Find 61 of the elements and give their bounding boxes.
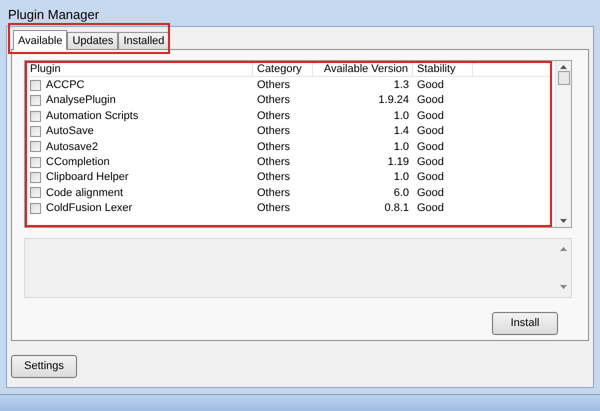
- checkbox[interactable]: [30, 80, 41, 91]
- window-title: Plugin Manager: [7, 6, 100, 24]
- table-cell: Automation Scripts: [46, 110, 138, 122]
- table-cell-text: Good: [416, 140, 444, 155]
- checkbox[interactable]: [30, 172, 41, 184]
- table-cell-text: Others: [256, 155, 290, 170]
- table-cell-text: 1.0: [394, 108, 410, 124]
- checkbox[interactable]: [30, 156, 41, 168]
- table-cell-text: Good: [416, 170, 444, 186]
- table-cell-text: 1.19: [388, 155, 410, 170]
- tab[interactable]: Installed: [118, 32, 170, 49]
- table-cell: ColdFusion Lexer: [46, 202, 132, 214]
- table-cell-text: Good: [416, 93, 444, 108]
- install-button[interactable]: Install: [492, 312, 558, 334]
- table-cell-text: Others: [256, 140, 290, 155]
- table-cell-text: 6.0: [394, 186, 410, 201]
- table-cell-text: Others: [256, 108, 290, 124]
- table-cell-text: Others: [256, 78, 290, 94]
- checkbox[interactable]: [30, 202, 41, 214]
- scroll-up-icon[interactable]: [560, 65, 567, 69]
- table-cell-text: Others: [256, 93, 290, 108]
- column-header[interactable]: Plugin: [26, 62, 253, 77]
- table-cell-text: Good: [416, 155, 444, 170]
- table-cell: Clipboard Helper: [46, 171, 129, 184]
- table-cell: ACCPC: [46, 79, 85, 91]
- table-cell-text: 1.9.24: [378, 93, 410, 108]
- table-cell-text: Good: [416, 201, 444, 216]
- scroll-up-icon[interactable]: [560, 247, 566, 251]
- column-header[interactable]: Stability: [413, 62, 473, 77]
- table-cell-text: Others: [256, 124, 290, 140]
- column-header[interactable]: Available Version: [313, 62, 413, 77]
- scroll-down-icon[interactable]: [560, 219, 567, 223]
- table-cell: AnalysePlugin: [46, 94, 116, 106]
- table-cell-text: 1.0: [394, 170, 410, 186]
- table-cell-text: 1.4: [394, 124, 410, 140]
- scroll-thumb[interactable]: [558, 71, 570, 85]
- checkbox[interactable]: [30, 126, 41, 137]
- table-cell-text: 1.3: [394, 78, 410, 94]
- checkbox[interactable]: [30, 110, 41, 122]
- checkbox[interactable]: [30, 187, 41, 198]
- settings-button[interactable]: Settings: [11, 355, 77, 378]
- table-cell: Autosave2: [46, 140, 98, 153]
- table-cell-text: Others: [256, 201, 290, 216]
- table-cell: AutoSave: [46, 125, 94, 138]
- table-cell-text: Good: [416, 78, 444, 94]
- checkbox[interactable]: [30, 141, 41, 152]
- scrollbar[interactable]: [555, 61, 571, 227]
- column-header[interactable]: Category: [253, 62, 313, 77]
- table-cell-text: Others: [256, 186, 290, 201]
- scroll-down-icon[interactable]: [560, 285, 566, 289]
- table-cell: CCompletion: [46, 156, 110, 168]
- table-cell-text: Good: [416, 124, 444, 140]
- table-cell-text: 1.0: [394, 140, 410, 155]
- checkbox[interactable]: [30, 95, 41, 106]
- tab[interactable]: Updates: [67, 32, 118, 49]
- tab[interactable]: Available: [13, 30, 68, 50]
- table-cell-text: Others: [256, 170, 290, 186]
- table-cell-text: Good: [416, 108, 444, 124]
- table-cell: Code alignment: [46, 186, 124, 199]
- table-cell-text: Good: [416, 186, 444, 201]
- table-cell-text: 0.8.1: [384, 201, 410, 216]
